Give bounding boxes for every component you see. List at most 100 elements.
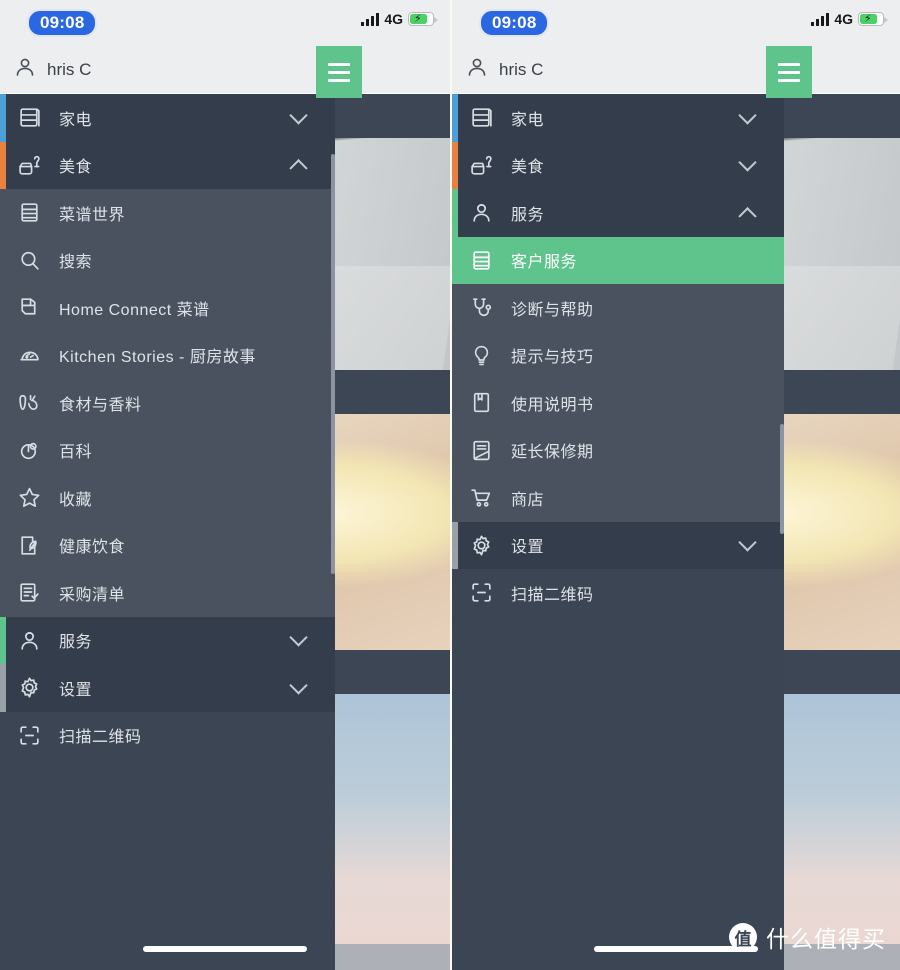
status-bar-right: 09:08 4G ⚡ [452, 0, 900, 46]
warranty-icon [469, 438, 503, 463]
submenu-item-diagnosis-help[interactable]: 诊断与帮助 [452, 284, 784, 332]
submenu-item-customer-service-selected[interactable]: 客户服务 [452, 236, 784, 284]
person-icon [465, 55, 489, 84]
nav-item-service[interactable]: 服务 [0, 616, 335, 664]
status-time: 09:08 [479, 9, 550, 37]
drawer-scrollbar[interactable] [331, 154, 335, 574]
hamburger-icon[interactable] [316, 46, 362, 98]
home-indicator [143, 946, 307, 952]
scan-qr-icon [17, 723, 51, 748]
search-icon [17, 248, 51, 273]
nav-drawer-right: 家电 美食 服务 客户服务 诊断与帮助 提示与技巧 使用说明书 延长保修期 商店… [452, 94, 784, 970]
chevron-down-icon[interactable] [738, 153, 757, 172]
nav-item-food[interactable]: 美食 [452, 141, 784, 189]
status-bar-left: 09:08 4G ⚡ [0, 0, 450, 46]
submenu-item-shopping-list[interactable]: 采购清单 [0, 569, 335, 617]
submenu-item-label: 食材与香料 [59, 396, 142, 414]
nav-item-label: 设置 [59, 681, 93, 699]
submenu-item-kitchen-stories[interactable]: Kitchen Stories - 厨房故事 [0, 331, 335, 379]
service-submenu-group: 诊断与帮助 提示与技巧 使用说明书 延长保修期 商店 [452, 284, 784, 522]
battery-charging-icon: ⚡ [858, 12, 888, 26]
chevron-up-icon[interactable] [289, 159, 308, 178]
screenshot-right: 09:08 4G ⚡ hris C 诊断与帮助 提示与技巧 [450, 0, 900, 970]
nav-item-settings[interactable]: 设置 [0, 664, 335, 712]
drawer-scrollbar[interactable] [780, 424, 784, 534]
account-bar-left[interactable]: hris C [0, 46, 450, 98]
submenu-item-label: 收藏 [59, 491, 93, 509]
submenu-item-healthy-diet[interactable]: 健康饮食 [0, 521, 335, 569]
encyclopedia-icon [17, 438, 51, 463]
battery-charging-icon: ⚡ [408, 12, 438, 26]
nav-item-appliances[interactable]: 家电 [452, 94, 784, 142]
hamburger-icon[interactable] [766, 46, 812, 98]
submenu-item-extended-warranty[interactable]: 延长保修期 [452, 426, 784, 474]
nav-item-settings[interactable]: 设置 [452, 521, 784, 569]
home-connect-recipe-icon [17, 295, 51, 320]
nav-item-label: 设置 [511, 539, 545, 557]
submenu-item-ingredients-spices[interactable]: 食材与香料 [0, 379, 335, 427]
healthy-diet-icon [17, 533, 51, 558]
chevron-up-icon[interactable] [738, 206, 757, 226]
chevron-down-icon[interactable] [738, 533, 757, 552]
recipe-list-icon [17, 200, 51, 225]
star-icon [17, 485, 51, 510]
submenu-item-label: 延长保修期 [511, 444, 594, 462]
person-icon [13, 55, 37, 84]
nav-item-scan-qr[interactable]: 扫描二维码 [452, 569, 784, 617]
gear-icon [469, 533, 503, 558]
signal-bars-icon [811, 12, 830, 26]
submenu-item-label: 健康饮食 [59, 539, 126, 557]
nav-drawer-left: 家电 美食 菜谱世界 搜索 Home Connect 菜谱 Kitchen St… [0, 94, 335, 970]
submenu-item-label: Kitchen Stories - 厨房故事 [59, 349, 256, 367]
chevron-down-icon[interactable] [289, 628, 308, 647]
submenu-item-recipe-world[interactable]: 菜谱世界 [0, 189, 335, 237]
accent-bar [0, 616, 6, 664]
submenu-item-home-connect-recipes[interactable]: Home Connect 菜谱 [0, 284, 335, 332]
customer-service-icon [469, 248, 503, 273]
accent-bar [452, 189, 458, 237]
nav-item-label: 服务 [511, 206, 545, 224]
shopping-cart-icon [469, 485, 503, 510]
nav-item-scan-qr[interactable]: 扫描二维码 [0, 711, 335, 759]
watermark-badge: 值 [729, 923, 757, 951]
submenu-item-label: 提示与技巧 [511, 349, 594, 367]
nav-item-food[interactable]: 美食 [0, 141, 335, 189]
submenu-item-search[interactable]: 搜索 [0, 236, 335, 284]
network-type-label: 4G [384, 11, 403, 27]
submenu-item-label: 采购清单 [59, 586, 126, 604]
watermark: 值 什么值得买 [729, 920, 886, 954]
chevron-down-icon[interactable] [738, 105, 757, 125]
food-icon [469, 153, 503, 178]
chevron-down-icon[interactable] [289, 675, 308, 695]
submenu-item-user-manual[interactable]: 使用说明书 [452, 379, 784, 427]
account-bar-right[interactable]: hris C [452, 46, 900, 98]
nav-item-appliances[interactable]: 家电 [0, 94, 335, 142]
lightbulb-icon [469, 343, 503, 368]
submenu-item-favorites[interactable]: 收藏 [0, 474, 335, 522]
submenu-item-encyclopedia[interactable]: 百科 [0, 426, 335, 474]
submenu-item-shop[interactable]: 商店 [452, 474, 784, 522]
signal-bars-icon [361, 12, 380, 26]
nav-item-service[interactable]: 服务 [452, 189, 784, 237]
nav-item-label: 家电 [59, 111, 93, 129]
nav-item-label: 扫描二维码 [511, 586, 594, 604]
submenu-item-tips-tricks[interactable]: 提示与技巧 [452, 331, 784, 379]
status-indicators: 4G ⚡ [811, 11, 888, 27]
submenu-item-label: 诊断与帮助 [511, 301, 594, 319]
account-user-name: hris C [47, 59, 92, 79]
accent-bar [0, 141, 6, 189]
dual-screenshot-stage: 09:08 4G ⚡ hris C 诊断与帮助 提示与技巧 [0, 0, 900, 970]
nav-item-label: 服务 [59, 634, 93, 652]
accent-bar [0, 94, 6, 142]
scan-qr-icon [469, 580, 503, 605]
stethoscope-icon [469, 295, 503, 320]
accent-bar [0, 664, 6, 712]
shopping-list-icon [17, 580, 51, 605]
submenu-item-label: 搜索 [59, 254, 93, 272]
screenshot-left: 09:08 4G ⚡ hris C 诊断与帮助 提示与技巧 [0, 0, 450, 970]
accent-bar [452, 521, 458, 569]
submenu-item-label: 商店 [511, 491, 545, 509]
gear-icon [17, 675, 51, 700]
network-type-label: 4G [834, 11, 853, 27]
chevron-down-icon[interactable] [289, 105, 308, 125]
